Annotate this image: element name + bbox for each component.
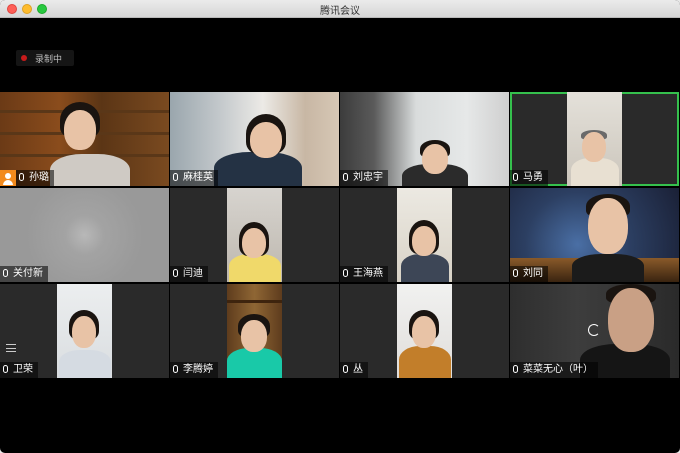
participant-tile[interactable]: 刘同 <box>510 188 679 282</box>
participant-tile[interactable]: 闫迪 <box>170 188 339 282</box>
participant-tile[interactable]: 孙璐 <box>0 92 169 186</box>
microphone-icon[interactable] <box>173 269 178 277</box>
participant-tile[interactable]: 丛 <box>340 284 509 378</box>
host-badge-icon <box>0 170 16 186</box>
participant-name: 麻桂英 <box>183 172 213 183</box>
participant-name: 李腾婷 <box>183 364 213 375</box>
participant-tile-active-speaker[interactable]: 马勇 <box>510 92 679 186</box>
participant-tile[interactable]: 关付新 <box>0 188 169 282</box>
participant-name: 菜菜无心（叶） <box>523 364 593 375</box>
participant-name: 刘同 <box>523 268 543 279</box>
participant-tile[interactable]: 麻桂英 <box>170 92 339 186</box>
recording-label: 录制中 <box>35 55 63 65</box>
participant-name-bar: 李腾婷 <box>170 362 218 378</box>
more-options-icon[interactable] <box>6 344 16 352</box>
microphone-icon[interactable] <box>513 173 518 181</box>
participant-name: 关付新 <box>13 268 43 279</box>
microphone-icon[interactable] <box>3 365 8 373</box>
participant-name: 刘忠宇 <box>353 172 383 183</box>
participant-video <box>397 188 452 282</box>
participant-video <box>227 284 282 378</box>
participant-name-bar: 闫迪 <box>170 266 208 282</box>
recording-indicator[interactable]: 录制中 <box>16 50 74 66</box>
participant-video <box>567 92 622 186</box>
participant-name-bar: 刘同 <box>510 266 548 282</box>
microphone-icon[interactable] <box>343 173 348 181</box>
participant-name-bar: 孙璐 <box>16 170 54 186</box>
microphone-icon[interactable] <box>513 269 518 277</box>
recording-dot-icon <box>21 55 27 61</box>
participant-name-bar: 菜菜无心（叶） <box>510 362 598 378</box>
participant-tile[interactable]: 李腾婷 <box>170 284 339 378</box>
participant-video <box>57 284 112 378</box>
loading-spinner-icon <box>588 324 600 336</box>
participant-name-bar: 刘忠宇 <box>340 170 388 186</box>
participant-name-bar: 王海燕 <box>340 266 388 282</box>
microphone-icon[interactable] <box>173 173 178 181</box>
participant-tile[interactable]: 刘忠宇 <box>340 92 509 186</box>
participant-tile[interactable]: 王海燕 <box>340 188 509 282</box>
meeting-window: 腾讯会议 录制中 孙璐 麻桂英 刘忠宇 马勇 关付新 闫迪 王海燕 刘同 卫荣 … <box>0 0 680 453</box>
participant-name-bar: 卫荣 <box>0 362 38 378</box>
participant-name-bar: 关付新 <box>0 266 48 282</box>
participant-name: 闫迪 <box>183 268 203 279</box>
title-bar: 腾讯会议 <box>0 0 680 18</box>
microphone-icon[interactable] <box>343 269 348 277</box>
participant-video <box>397 284 452 378</box>
microphone-icon[interactable] <box>173 365 178 373</box>
participant-name-bar: 马勇 <box>510 170 548 186</box>
participant-name: 王海燕 <box>353 268 383 279</box>
participant-name: 孙璐 <box>29 172 49 183</box>
participant-tile[interactable]: 菜菜无心（叶） <box>510 284 679 378</box>
microphone-icon[interactable] <box>513 365 518 373</box>
participant-name-bar: 麻桂英 <box>170 170 218 186</box>
participant-name-bar: 丛 <box>340 362 368 378</box>
participant-video <box>227 188 282 282</box>
microphone-icon[interactable] <box>343 365 348 373</box>
participant-name: 卫荣 <box>13 364 33 375</box>
participant-name: 丛 <box>353 364 363 375</box>
microphone-icon[interactable] <box>3 269 8 277</box>
participant-name: 马勇 <box>523 172 543 183</box>
window-title: 腾讯会议 <box>320 6 360 17</box>
microphone-icon[interactable] <box>19 173 24 181</box>
participant-tile[interactable]: 卫荣 <box>0 284 169 378</box>
